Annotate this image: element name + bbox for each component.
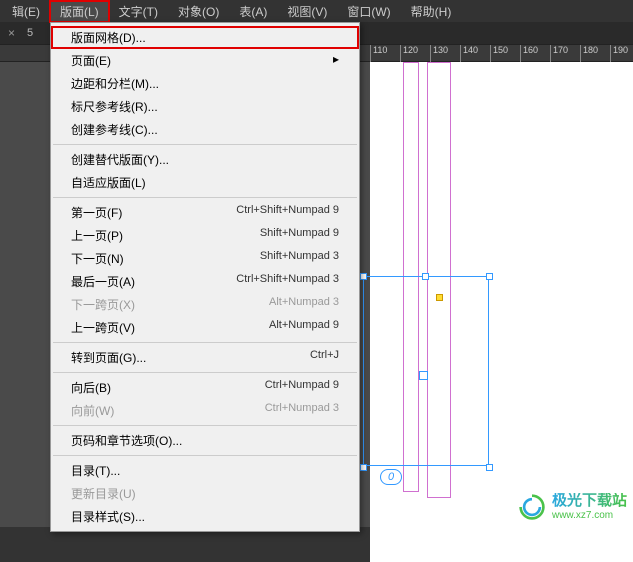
label: 更新目录(U) [71, 485, 136, 502]
separator [53, 455, 357, 456]
layout-dropdown: 版面网格(D)... 页面(E) ▸ 边距和分栏(M)... 标尺参考线(R)..… [50, 22, 360, 532]
menu-update-toc: 更新目录(U) [51, 482, 359, 505]
shortcut: Alt+Numpad 9 [269, 319, 339, 336]
menu-text[interactable]: 文字(T) [109, 1, 168, 22]
label: 自适应版面(L) [71, 174, 146, 191]
menu-view[interactable]: 视图(V) [277, 1, 337, 22]
label: 页码和章节选项(O)... [71, 432, 182, 449]
menu-create-guides[interactable]: 创建参考线(C)... [51, 118, 359, 141]
selection-handle[interactable] [422, 273, 429, 280]
shortcut: Alt+Numpad 3 [269, 296, 339, 313]
selection-handle[interactable] [360, 464, 367, 471]
separator [53, 372, 357, 373]
menu-goto-page[interactable]: 转到页面(G)... Ctrl+J [51, 346, 359, 369]
shortcut: Ctrl+Shift+Numpad 9 [236, 204, 339, 221]
menu-go-forward: 向前(W) Ctrl+Numpad 3 [51, 399, 359, 422]
label: 上一页(P) [71, 227, 123, 244]
tab-close-icon[interactable]: × [2, 24, 21, 42]
label: 标尺参考线(R)... [71, 98, 158, 115]
label: 页面(E) [71, 52, 111, 69]
menu-last-page[interactable]: 最后一页(A) Ctrl+Shift+Numpad 3 [51, 270, 359, 293]
menu-prev-page[interactable]: 上一页(P) Shift+Numpad 9 [51, 224, 359, 247]
label: 边距和分栏(M)... [71, 75, 159, 92]
label: 版面网格(D)... [71, 29, 146, 46]
menu-window[interactable]: 窗口(W) [337, 1, 400, 22]
menu-prev-spread[interactable]: 上一跨页(V) Alt+Numpad 9 [51, 316, 359, 339]
menu-layout-grid[interactable]: 版面网格(D)... [51, 26, 359, 49]
menu-liquid-layout[interactable]: 自适应版面(L) [51, 171, 359, 194]
separator [53, 144, 357, 145]
menubar: 辑(E) 版面(L) 文字(T) 对象(O) 表(A) 视图(V) 窗口(W) … [0, 0, 633, 22]
logo-title: 极光下载站 [552, 493, 627, 510]
selection-handle[interactable] [360, 273, 367, 280]
label: 创建替代版面(Y)... [71, 151, 169, 168]
menu-go-back[interactable]: 向后(B) Ctrl+Numpad 9 [51, 376, 359, 399]
ruler-tick: 160 [520, 45, 538, 63]
label: 目录(T)... [71, 462, 120, 479]
menu-toc[interactable]: 目录(T)... [51, 459, 359, 482]
selection-handle[interactable] [486, 464, 493, 471]
shortcut: Ctrl+J [310, 349, 339, 366]
menu-table[interactable]: 表(A) [229, 1, 277, 22]
menu-numbering-section[interactable]: 页码和章节选项(O)... [51, 429, 359, 452]
separator [53, 197, 357, 198]
content-grabber[interactable] [436, 294, 443, 301]
label: 下一页(N) [71, 250, 124, 267]
menu-ruler-guides[interactable]: 标尺参考线(R)... [51, 95, 359, 118]
menu-object[interactable]: 对象(O) [168, 1, 229, 22]
ruler-tick: 150 [490, 45, 508, 63]
shortcut: Ctrl+Shift+Numpad 3 [236, 273, 339, 290]
menu-margins-columns[interactable]: 边距和分栏(M)... [51, 72, 359, 95]
ruler-tick: 110 [370, 45, 387, 63]
menu-toc-styles[interactable]: 目录样式(S)... [51, 505, 359, 528]
menu-edit[interactable]: 辑(E) [2, 1, 50, 22]
menu-alternate-layout[interactable]: 创建替代版面(Y)... [51, 148, 359, 171]
ruler-tick: 180 [580, 45, 598, 63]
ruler-tick: 190 [610, 45, 628, 63]
tab-count: 5 [27, 27, 33, 39]
label: 最后一页(A) [71, 273, 135, 290]
menu-layout[interactable]: 版面(L) [50, 1, 109, 22]
menu-next-page[interactable]: 下一页(N) Shift+Numpad 3 [51, 247, 359, 270]
watermark-logo: 极光下载站 www.xz7.com [518, 493, 627, 521]
logo-url: www.xz7.com [552, 510, 627, 521]
ruler-tick: 130 [430, 45, 448, 63]
swirl-icon [518, 493, 546, 521]
menu-help[interactable]: 帮助(H) [401, 1, 462, 22]
label: 下一跨页(X) [71, 296, 135, 313]
menu-next-spread: 下一跨页(X) Alt+Numpad 3 [51, 293, 359, 316]
label: 向前(W) [71, 402, 114, 419]
menu-first-page[interactable]: 第一页(F) Ctrl+Shift+Numpad 9 [51, 201, 359, 224]
label: 转到页面(G)... [71, 349, 146, 366]
ruler-tick: 170 [550, 45, 568, 63]
separator [53, 342, 357, 343]
menu-pages[interactable]: 页面(E) ▸ [51, 49, 359, 72]
separator [53, 425, 357, 426]
label: 第一页(F) [71, 204, 122, 221]
shortcut: Ctrl+Numpad 9 [265, 379, 339, 396]
shortcut: Ctrl+Numpad 3 [265, 402, 339, 419]
anchor-point[interactable] [419, 371, 428, 380]
selection-handle[interactable] [486, 273, 493, 280]
shortcut: Shift+Numpad 3 [260, 250, 339, 267]
page-number-badge: 0 [380, 469, 402, 485]
submenu-arrow-icon: ▸ [333, 52, 339, 69]
label: 创建参考线(C)... [71, 121, 158, 138]
ruler-tick: 140 [460, 45, 478, 63]
label: 目录样式(S)... [71, 508, 145, 525]
shortcut: Shift+Numpad 9 [260, 227, 339, 244]
label: 向后(B) [71, 379, 111, 396]
label: 上一跨页(V) [71, 319, 135, 336]
ruler-tick: 120 [400, 45, 418, 63]
